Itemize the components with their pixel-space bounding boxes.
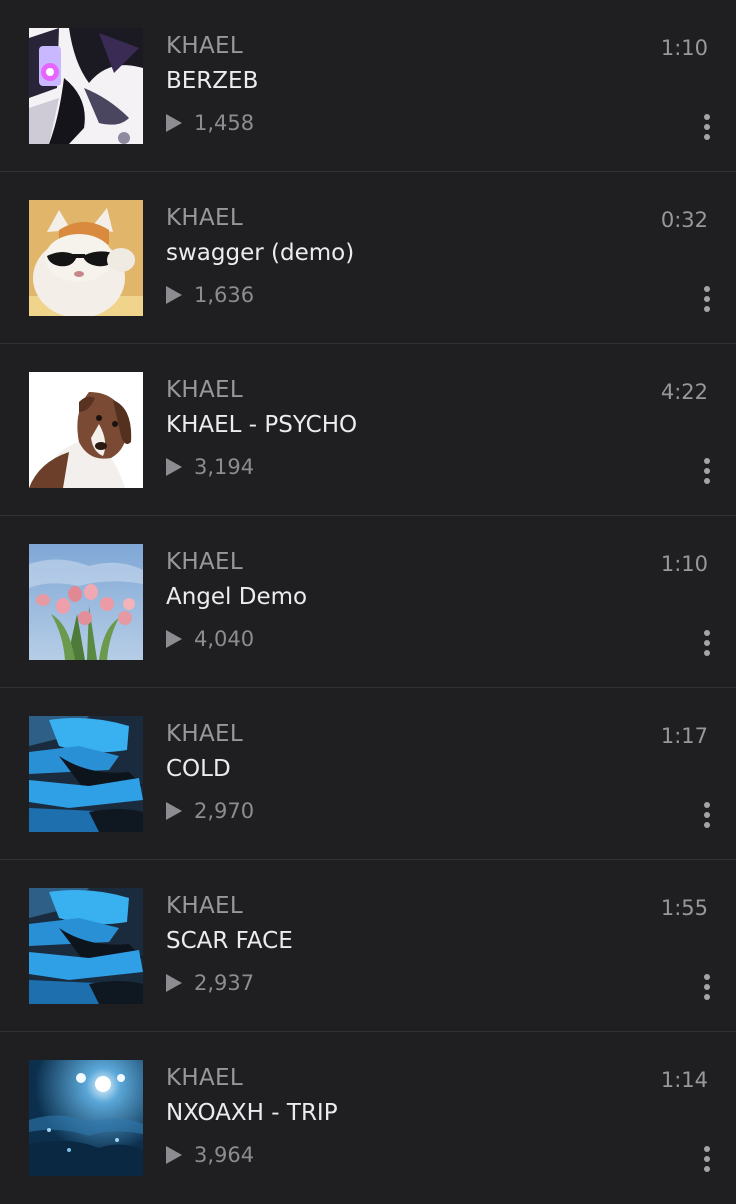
track-duration: 0:32	[660, 208, 708, 232]
play-count-group: 1,458	[166, 110, 254, 136]
track-row[interactable]: KHAEL NXOAXH - TRIP 3,964 1:14	[0, 1032, 736, 1204]
more-vertical-icon	[704, 458, 710, 464]
play-count-group: 2,937	[166, 970, 254, 996]
track-list: KHAEL BERZEB 1,458 1:10 KHAEL swagger (d…	[0, 0, 736, 1200]
play-icon	[166, 286, 182, 304]
track-artwork[interactable]	[29, 888, 143, 1004]
play-count-group: 3,964	[166, 1142, 254, 1168]
play-icon	[166, 1146, 182, 1164]
play-count: 2,937	[194, 971, 255, 995]
more-vertical-icon	[704, 630, 710, 636]
play-count: 3,964	[194, 1143, 255, 1167]
play-icon	[166, 802, 182, 820]
track-row[interactable]: KHAEL swagger (demo) 1,636 0:32	[0, 172, 736, 344]
blue-blur-image	[29, 888, 143, 1004]
more-options-button[interactable]	[696, 972, 718, 1002]
track-row[interactable]: KHAEL BERZEB 1,458 1:10	[0, 0, 736, 172]
play-icon	[166, 114, 182, 132]
track-title[interactable]: Angel Demo	[166, 584, 307, 610]
more-options-button[interactable]	[696, 456, 718, 486]
play-icon	[166, 630, 182, 648]
track-duration: 4:22	[660, 380, 708, 404]
track-row[interactable]: KHAEL COLD 2,970 1:17	[0, 688, 736, 860]
track-artwork[interactable]	[29, 28, 143, 144]
track-artwork[interactable]	[29, 200, 143, 316]
track-artist[interactable]: KHAEL	[166, 549, 243, 575]
more-options-button[interactable]	[696, 112, 718, 142]
track-duration: 1:55	[660, 896, 708, 920]
underwater-light-image	[29, 1060, 143, 1176]
more-options-button[interactable]	[696, 1144, 718, 1174]
more-vertical-icon	[704, 286, 710, 292]
track-artwork[interactable]	[29, 1060, 143, 1176]
track-title[interactable]: SCAR FACE	[166, 928, 293, 954]
track-title[interactable]: swagger (demo)	[166, 240, 354, 266]
play-count-group: 4,040	[166, 626, 254, 652]
more-vertical-icon	[704, 974, 710, 980]
track-row[interactable]: KHAEL Angel Demo 4,040 1:10	[0, 516, 736, 688]
play-count: 2,970	[194, 799, 255, 823]
cat-sunglasses-image	[29, 200, 143, 316]
track-row[interactable]: KHAEL KHAEL - PSYCHO 3,194 4:22	[0, 344, 736, 516]
play-count: 1,636	[194, 283, 255, 307]
track-row[interactable]: KHAEL SCAR FACE 2,937 1:55	[0, 860, 736, 1032]
track-artist[interactable]: KHAEL	[166, 1065, 243, 1091]
more-vertical-icon	[704, 1146, 710, 1152]
track-artwork[interactable]	[29, 716, 143, 832]
tilted-dog-image	[29, 372, 143, 488]
track-artist[interactable]: KHAEL	[166, 33, 243, 59]
play-count-group: 1,636	[166, 282, 254, 308]
track-duration: 1:10	[660, 552, 708, 576]
track-title[interactable]: KHAEL - PSYCHO	[166, 412, 357, 438]
play-count: 1,458	[194, 111, 255, 135]
pink-tulips-image	[29, 544, 143, 660]
track-title[interactable]: NXOAXH - TRIP	[166, 1100, 338, 1126]
track-duration: 1:17	[660, 724, 708, 748]
winged-figure-image	[29, 28, 143, 144]
more-vertical-icon	[704, 114, 710, 120]
track-artwork[interactable]	[29, 372, 143, 488]
play-icon	[166, 458, 182, 476]
track-title[interactable]: BERZEB	[166, 68, 258, 94]
play-icon	[166, 974, 182, 992]
blue-blur-image	[29, 716, 143, 832]
play-count: 3,194	[194, 455, 255, 479]
more-options-button[interactable]	[696, 284, 718, 314]
track-artist[interactable]: KHAEL	[166, 893, 243, 919]
more-vertical-icon	[704, 802, 710, 808]
more-options-button[interactable]	[696, 800, 718, 830]
play-count-group: 2,970	[166, 798, 254, 824]
track-duration: 1:14	[660, 1068, 708, 1092]
track-artist[interactable]: KHAEL	[166, 377, 243, 403]
track-artist[interactable]: KHAEL	[166, 721, 243, 747]
play-count-group: 3,194	[166, 454, 254, 480]
track-artwork[interactable]	[29, 544, 143, 660]
play-count: 4,040	[194, 627, 255, 651]
track-duration: 1:10	[660, 36, 708, 60]
track-title[interactable]: COLD	[166, 756, 231, 782]
track-artist[interactable]: KHAEL	[166, 205, 243, 231]
more-options-button[interactable]	[696, 628, 718, 658]
